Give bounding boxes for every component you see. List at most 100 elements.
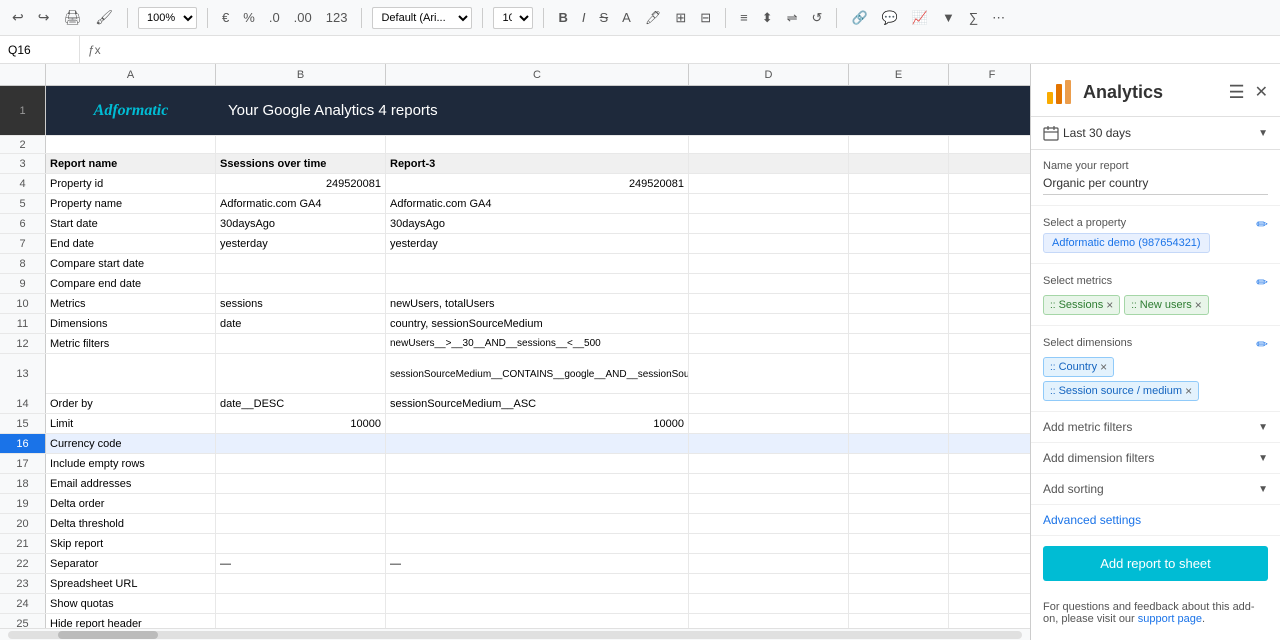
cell-c5[interactable]: Adformatic.com GA4	[386, 194, 689, 213]
align-button[interactable]: ≡	[736, 8, 752, 27]
strikethrough-button[interactable]: S	[595, 8, 612, 27]
cell-d22[interactable]	[689, 554, 849, 573]
cell-e23[interactable]	[849, 574, 949, 593]
table-row[interactable]: 19 Delta order	[0, 494, 1030, 514]
decimal-123-button[interactable]: 123	[322, 8, 352, 27]
cell-b16[interactable]	[216, 434, 386, 453]
cell-e4[interactable]	[849, 174, 949, 193]
cell-b7[interactable]: yesterday	[216, 234, 386, 253]
table-row[interactable]: 7 End date yesterday yesterday	[0, 234, 1030, 254]
dimension-filters-chevron-icon[interactable]: ▼	[1258, 453, 1268, 464]
cell-e25[interactable]	[849, 614, 949, 628]
cell-b17[interactable]	[216, 454, 386, 473]
cell-c4[interactable]: 249520081	[386, 174, 689, 193]
cell-d24[interactable]	[689, 594, 849, 613]
chart-button[interactable]: 📈	[908, 8, 932, 28]
cell-b18[interactable]	[216, 474, 386, 493]
cell-a11[interactable]: Dimensions	[46, 314, 216, 333]
cell-c14[interactable]: sessionSourceMedium__ASC	[386, 394, 689, 413]
cell-a15[interactable]: Limit	[46, 414, 216, 433]
h-scroll-track[interactable]	[8, 631, 1022, 639]
cell-c17[interactable]	[386, 454, 689, 473]
font-select[interactable]: Default (Ari...	[372, 7, 472, 29]
cell-b14[interactable]: date__DESC	[216, 394, 386, 413]
link-button[interactable]: 🔗	[847, 8, 871, 28]
col-header-f[interactable]: F	[949, 64, 1030, 86]
table-row[interactable]: 8 Compare start date	[0, 254, 1030, 274]
cell-c25[interactable]	[386, 614, 689, 628]
report-name-value[interactable]: Organic per country	[1043, 176, 1268, 195]
col-header-d[interactable]: D	[689, 64, 849, 86]
cell-d10[interactable]	[689, 294, 849, 313]
table-row[interactable]: 23 Spreadsheet URL	[0, 574, 1030, 594]
cell-c8[interactable]	[386, 254, 689, 273]
expand-button[interactable]: ⋯	[988, 8, 1009, 28]
font-color-button[interactable]: A	[618, 8, 635, 27]
formula-input[interactable]	[109, 36, 1280, 63]
zoom-select[interactable]: 100%	[138, 7, 197, 29]
cell-e16[interactable]	[849, 434, 949, 453]
cell-f7[interactable]	[949, 234, 1030, 253]
sorting-chevron-icon[interactable]: ▼	[1258, 484, 1268, 495]
dimension-tag-session-source[interactable]: :: Session source / medium ×	[1043, 381, 1199, 401]
cell-d19[interactable]	[689, 494, 849, 513]
cell-d23[interactable]	[689, 574, 849, 593]
bold-button[interactable]: B	[554, 8, 571, 27]
cell-a17[interactable]: Include empty rows	[46, 454, 216, 473]
cell-c11[interactable]: country, sessionSourceMedium	[386, 314, 689, 333]
cell-f3[interactable]	[949, 154, 1030, 173]
table-row[interactable]: 10 Metrics sessions newUsers, totalUsers	[0, 294, 1030, 314]
table-row[interactable]: 2	[0, 136, 1030, 154]
cell-e20[interactable]	[849, 514, 949, 533]
cell-e9[interactable]	[849, 274, 949, 293]
cell-f21[interactable]	[949, 534, 1030, 553]
cell-e8[interactable]	[849, 254, 949, 273]
cell-b5[interactable]: Adformatic.com GA4	[216, 194, 386, 213]
cell-b8[interactable]	[216, 254, 386, 273]
table-row[interactable]: 6 Start date 30daysAgo 30daysAgo	[0, 214, 1030, 234]
cell-f11[interactable]	[949, 314, 1030, 333]
percent-button[interactable]: %	[239, 8, 259, 27]
currency-button[interactable]: €	[218, 8, 233, 27]
undo-button[interactable]: ↩	[8, 7, 28, 28]
print-button[interactable]: 🖨	[59, 7, 85, 28]
cell-b12[interactable]	[216, 334, 386, 353]
cell-f4[interactable]	[949, 174, 1030, 193]
table-row[interactable]: 15 Limit 10000 10000	[0, 414, 1030, 434]
table-row[interactable]: 5 Property name Adformatic.com GA4 Adfor…	[0, 194, 1030, 214]
wrap-button[interactable]: ⇌	[783, 8, 802, 28]
cell-d13[interactable]	[689, 354, 849, 394]
cell-a20[interactable]: Delta threshold	[46, 514, 216, 533]
cell-a4[interactable]: Property id	[46, 174, 216, 193]
cell-f17[interactable]	[949, 454, 1030, 473]
cell-b4[interactable]: 249520081	[216, 174, 386, 193]
cell-d2[interactable]	[689, 136, 849, 153]
table-row[interactable]: 11 Dimensions date country, sessionSourc…	[0, 314, 1030, 334]
cell-c12[interactable]: newUsers__>__30__AND__sessions__<__500	[386, 334, 689, 353]
cell-a2[interactable]	[46, 136, 216, 153]
cell-b23[interactable]	[216, 574, 386, 593]
cell-a18[interactable]: Email addresses	[46, 474, 216, 493]
metric-tag-new-users-remove[interactable]: ×	[1195, 298, 1202, 312]
cell-b9[interactable]	[216, 274, 386, 293]
cell-e5[interactable]	[849, 194, 949, 213]
property-edit-icon[interactable]: ✏	[1256, 216, 1268, 233]
cell-a9[interactable]: Compare end date	[46, 274, 216, 293]
cell-c2[interactable]	[386, 136, 689, 153]
menu-icon[interactable]: ☰	[1228, 82, 1244, 103]
borders-button[interactable]: ⊞	[671, 8, 690, 28]
cell-e6[interactable]	[849, 214, 949, 233]
cell-a13[interactable]	[46, 354, 216, 394]
cell-a8[interactable]: Compare start date	[46, 254, 216, 273]
cell-e22[interactable]	[849, 554, 949, 573]
cell-f9[interactable]	[949, 274, 1030, 293]
cell-a19[interactable]: Delta order	[46, 494, 216, 513]
table-row[interactable]: 17 Include empty rows	[0, 454, 1030, 474]
merge-button[interactable]: ⊟	[696, 8, 715, 28]
font-size-select[interactable]: 10	[493, 7, 533, 29]
cell-d25[interactable]	[689, 614, 849, 628]
cell-d12[interactable]	[689, 334, 849, 353]
cell-c16[interactable]	[386, 434, 689, 453]
cell-e3[interactable]	[849, 154, 949, 173]
cell-a12[interactable]: Metric filters	[46, 334, 216, 353]
